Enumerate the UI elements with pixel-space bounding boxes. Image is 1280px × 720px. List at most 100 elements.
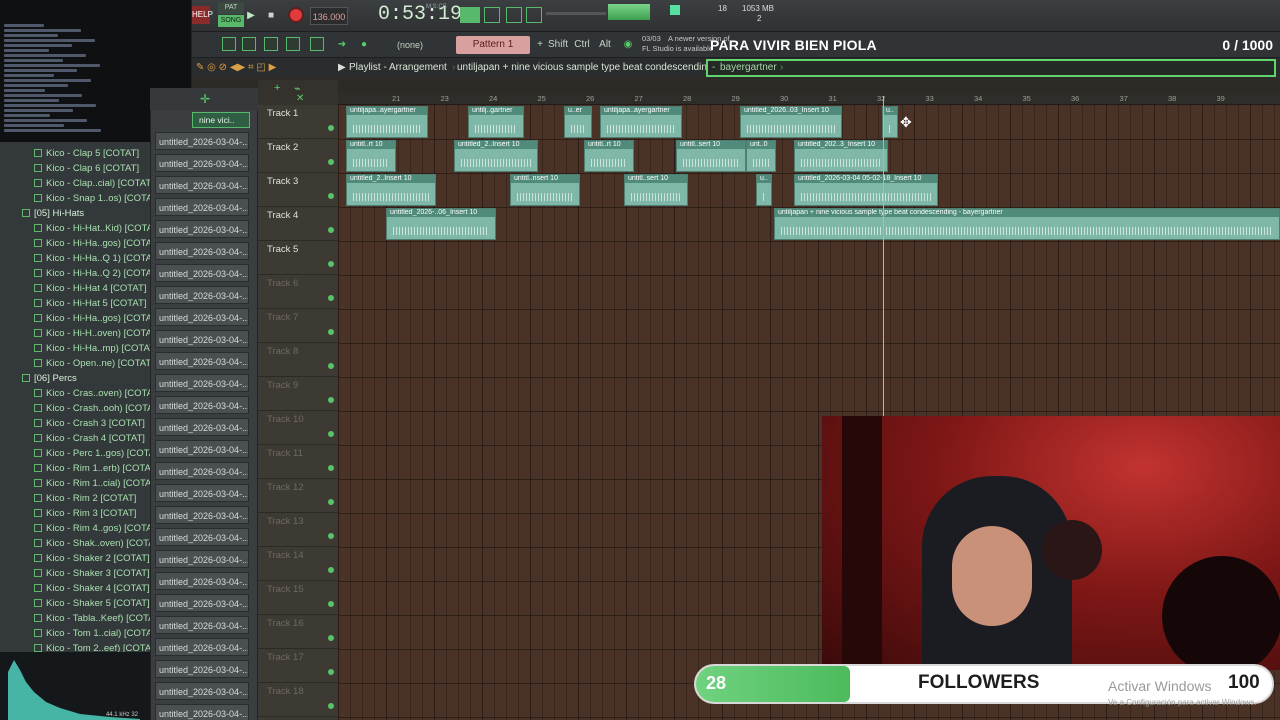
channel-button[interactable]: untitled_2026-03-04-... <box>155 616 249 634</box>
track-header[interactable]: Track 6 <box>258 275 338 309</box>
channel-button[interactable]: untitled_2026-03-04-... <box>155 374 249 392</box>
channel-button[interactable]: untitled_2026-03-04-... <box>155 198 249 216</box>
browser-item[interactable]: Kico - Shaker 5 [COTAT] <box>0 596 150 611</box>
audio-clip[interactable]: u..er <box>564 106 592 138</box>
crosshair-icon[interactable]: ✛ <box>200 92 210 106</box>
track-header[interactable]: Track 10 <box>258 411 338 445</box>
track-header[interactable]: Track 9 <box>258 377 338 411</box>
channel-button[interactable]: untitled_2026-03-04-... <box>155 352 249 370</box>
channel-button[interactable]: untitled_2026-03-04-... <box>155 220 249 238</box>
record-button[interactable] <box>288 7 304 23</box>
track-header[interactable]: Track 11 <box>258 445 338 479</box>
browser-item[interactable]: Kico - Tom 1..cial) [COTAT] <box>0 626 150 641</box>
browser-item[interactable]: Kico - Rim 3 [COTAT] <box>0 506 150 521</box>
browser-item[interactable]: Kico - Hi-Hat..Kid) [COTAT] <box>0 221 150 236</box>
playlist-icon[interactable] <box>222 37 236 51</box>
track-mute-led[interactable] <box>328 533 334 539</box>
browser-item[interactable]: Kico - Shak..oven) [COTAT] <box>0 536 150 551</box>
track-mute-led[interactable] <box>328 159 334 165</box>
help-button[interactable]: HELP <box>192 6 213 24</box>
pat-mode-button[interactable]: PAT <box>218 2 244 14</box>
browser-folder[interactable]: [05] Hi-Hats <box>0 206 150 221</box>
track-mute-led[interactable] <box>328 193 334 199</box>
close-icon[interactable]: ✕ <box>296 93 304 104</box>
channel-button[interactable]: untitled_2026-03-04-... <box>155 330 249 348</box>
track-mute-led[interactable] <box>328 703 334 709</box>
news-text-2[interactable]: FL Studio is available <box>642 44 713 53</box>
audio-clip[interactable]: untitl..nsert 10 <box>510 174 580 206</box>
blend-notes-icon[interactable] <box>506 7 522 23</box>
channel-selected[interactable]: nine vici.. <box>192 112 250 128</box>
track-header[interactable]: Track 13 <box>258 513 338 547</box>
channel-button[interactable]: untitled_2026-03-04-... <box>155 286 249 304</box>
channel-rack-icon[interactable] <box>264 37 278 51</box>
channel-button[interactable]: untitled_2026-03-04-... <box>155 154 249 172</box>
song-mode-button[interactable]: SONG <box>218 15 244 27</box>
browser-item[interactable]: Kico - Shaker 4 [COTAT] <box>0 581 150 596</box>
browser-item[interactable]: Kico - Crash 4 [COTAT] <box>0 431 150 446</box>
channel-button[interactable]: untitled_2026-03-04-... <box>155 572 249 590</box>
microphone-icon[interactable]: ● <box>356 36 372 54</box>
channel-button[interactable]: untitled_2026-03-04-... <box>155 418 249 436</box>
ctrl-key-button[interactable]: Ctrl <box>572 36 592 54</box>
audio-clip[interactable]: untiljapa..ayergartner <box>346 106 428 138</box>
audio-clip[interactable]: untilj..gartner <box>468 106 524 138</box>
track-mute-led[interactable] <box>328 431 334 437</box>
track-mute-led[interactable] <box>328 465 334 471</box>
track-mute-led[interactable] <box>328 499 334 505</box>
mixer-icon[interactable] <box>310 37 324 51</box>
timeline-ruler[interactable]: 21 23 24 25 26 27 28 29 30 31 32 33 34 35 36 37 38 39 <box>338 94 1280 105</box>
audio-clip[interactable]: untitled_2026-03-04 05-02-18_Insert 10 <box>794 174 938 206</box>
browser-item[interactable]: Kico - Hi-Ha..mp) [COTAT] <box>0 341 150 356</box>
audio-clip[interactable]: untiljapa..ayergartner <box>600 106 682 138</box>
browser-item[interactable]: Kico - Hi-Ha..Q 2) [COTAT] <box>0 266 150 281</box>
audio-clip[interactable]: untiljapan + nine vicious sample type be… <box>774 208 1280 240</box>
browser-item[interactable]: Kico - Shaker 3 [COTAT] <box>0 566 150 581</box>
browser-item[interactable]: Kico - Crash..ooh) [COTAT] <box>0 401 150 416</box>
track-header[interactable]: Track 8 <box>258 343 338 377</box>
channel-button[interactable]: untitled_2026-03-04-... <box>155 396 249 414</box>
audio-clip[interactable]: untitl..sert 10 <box>624 174 688 206</box>
browser-item[interactable]: Kico - Hi-Ha..gos) [COTAT] <box>0 311 150 326</box>
track-header[interactable]: Track 1 <box>258 105 338 139</box>
audio-clip[interactable]: untitled_2..Insert 10 <box>346 174 436 206</box>
track-header[interactable]: Track 2 <box>258 139 338 173</box>
track-mute-led[interactable] <box>328 669 334 675</box>
channel-button[interactable]: untitled_2026-03-04-... <box>155 550 249 568</box>
channel-button[interactable]: untitled_2026-03-04-... <box>155 660 249 678</box>
browser-item[interactable]: Kico - Rim 4..gos) [COTAT] <box>0 521 150 536</box>
snap-select[interactable]: (none) <box>388 36 432 54</box>
metronome-icon[interactable] <box>526 7 542 23</box>
browser-item[interactable]: Kico - Cras..oven) [COTAT] <box>0 386 150 401</box>
shift-key-button[interactable]: Shift <box>546 36 570 54</box>
play-icon[interactable]: ▶ <box>244 7 258 25</box>
audio-clip[interactable]: untitled_202..3_Insert 10 <box>794 140 888 172</box>
channel-button[interactable]: untitled_2026-03-04-... <box>155 264 249 282</box>
browser-item[interactable]: Kico - Perc 1..gos) [COTAT] <box>0 446 150 461</box>
browser-item[interactable]: Kico - Hi-H..oven) [COTAT] <box>0 326 150 341</box>
channel-button[interactable]: untitled_2026-03-04-... <box>155 528 249 546</box>
browser-item[interactable]: Kico - Tom 2..eef) [COTAT] <box>0 641 150 652</box>
playhead[interactable] <box>883 96 884 416</box>
track-mute-led[interactable] <box>328 363 334 369</box>
audio-clip[interactable]: untitled_2..Insert 10 <box>454 140 538 172</box>
browser-item[interactable]: Kico - Tabla..Keef) [COTAT] <box>0 611 150 626</box>
audio-clip[interactable]: u.. <box>756 174 772 206</box>
pattern-select[interactable]: Pattern 1 <box>456 36 530 54</box>
track-mute-led[interactable] <box>328 295 334 301</box>
alt-key-button[interactable]: Alt <box>596 36 614 54</box>
audio-clip[interactable]: untitl..rt 10 <box>346 140 396 172</box>
tempo-display[interactable]: 136.000 <box>310 7 348 25</box>
add-track-icon[interactable]: + <box>274 82 280 94</box>
track-header[interactable]: Track 14 <box>258 547 338 581</box>
audio-clip[interactable]: untitled_2026-..06_Insert 10 <box>386 208 496 240</box>
browser-folder[interactable]: [06] Percs <box>0 371 150 386</box>
browser-item[interactable]: Kico - Crash 3 [COTAT] <box>0 416 150 431</box>
step-edit-icon[interactable] <box>484 7 500 23</box>
track-header[interactable]: Track 17 <box>258 649 338 683</box>
browser-item[interactable]: Kico - Rim 2 [COTAT] <box>0 491 150 506</box>
channel-button[interactable]: untitled_2026-03-04-... <box>155 682 249 700</box>
channel-button[interactable]: untitled_2026-03-04-... <box>155 176 249 194</box>
track-mute-led[interactable] <box>328 397 334 403</box>
stop-icon[interactable]: ■ <box>264 7 278 25</box>
